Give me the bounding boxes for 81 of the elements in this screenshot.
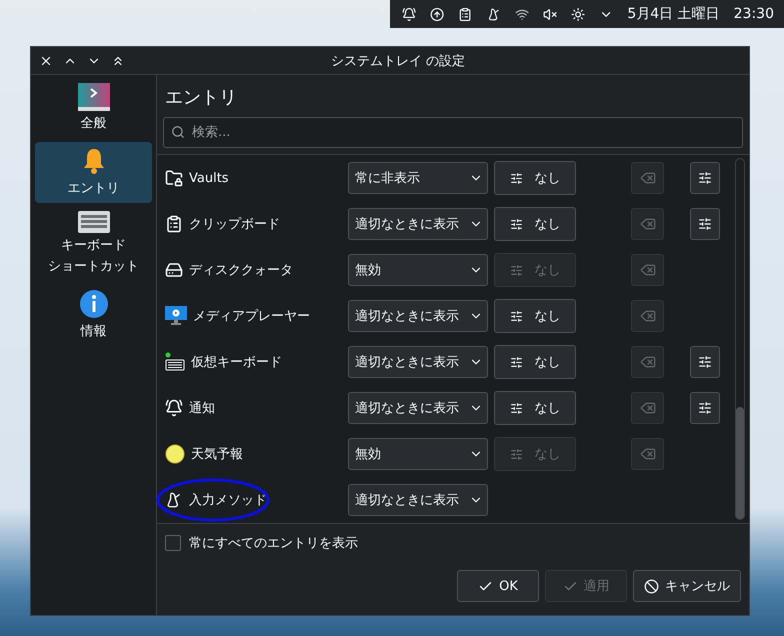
clear-shortcut-button[interactable] [631, 346, 664, 378]
entry-name: 入力メソッド [189, 492, 267, 509]
sliders-icon [510, 402, 522, 414]
configure-button[interactable] [690, 346, 720, 378]
shortcut-button[interactable]: なし [494, 299, 576, 333]
sidebar-item[interactable]: キーボード ショートカット [35, 207, 152, 281]
search-field[interactable]: 検索... [163, 117, 743, 148]
entry-name: クリップボード [189, 216, 280, 233]
monitor-icon [165, 306, 187, 326]
clear-shortcut-button[interactable] [631, 208, 664, 240]
visibility-dropdown[interactable]: 適切なときに表示 [348, 300, 488, 332]
sliders-icon [510, 264, 522, 276]
scrollbar-thumb[interactable] [736, 407, 744, 519]
checkbox[interactable] [165, 535, 181, 551]
info-icon [78, 289, 108, 319]
shortcut-button[interactable]: なし [494, 161, 576, 195]
configure-button[interactable] [690, 208, 720, 240]
sidebar-item[interactable]: 全般 [35, 79, 152, 138]
keyboard-icon [78, 211, 110, 233]
clear-shortcut-button[interactable] [631, 254, 664, 286]
visibility-dropdown[interactable]: 適切なときに表示 [348, 392, 488, 424]
clear-shortcut-button[interactable] [631, 162, 664, 194]
backspace-icon [640, 354, 656, 370]
sliders-icon [510, 218, 522, 230]
desktop-art-icon [78, 83, 110, 111]
visibility-dropdown[interactable]: 適切なときに表示 [348, 208, 488, 240]
visibility-dropdown[interactable]: 無効 [348, 254, 488, 286]
visibility-dropdown[interactable]: 常に非表示 [348, 162, 488, 194]
backspace-icon [640, 262, 656, 278]
folder-lock-icon [165, 169, 183, 187]
dialog-button[interactable]: OK [457, 570, 539, 602]
backspace-icon [640, 446, 656, 462]
sidebar-item[interactable]: 情報 [35, 285, 152, 346]
backspace-icon [640, 216, 656, 232]
shortcut-button[interactable]: なし [494, 345, 576, 379]
entry-name: 天気予報 [191, 446, 243, 463]
sliders-icon [510, 310, 522, 322]
bell-icon [165, 399, 183, 417]
sliders-icon [698, 355, 712, 369]
update-icon[interactable] [430, 6, 444, 22]
entry-name: メディアプレーヤー [193, 308, 310, 325]
visibility-dropdown[interactable]: 適切なときに表示 [348, 346, 488, 378]
visibility-dropdown[interactable]: 無効 [348, 438, 488, 470]
entry-name: 通知 [189, 400, 215, 417]
configure-button[interactable] [690, 392, 720, 424]
clear-shortcut-button[interactable] [631, 438, 664, 470]
dialog-button[interactable]: キャンセル [633, 570, 741, 602]
scrollbar-track[interactable] [735, 158, 745, 520]
drive-icon [165, 261, 183, 279]
cancel-icon [644, 578, 659, 594]
backspace-icon [640, 400, 656, 416]
clear-shortcut-button[interactable] [631, 300, 664, 332]
shortcut-button[interactable]: なし [494, 391, 576, 425]
clipboard-icon [165, 215, 183, 233]
bell-icon[interactable] [402, 6, 416, 22]
window-title: システムトレイ の設定 [330, 52, 466, 70]
checkbox-label: 常にすべてのエントリを表示 [189, 535, 358, 552]
sliders-icon [698, 171, 712, 185]
date-text[interactable]: 5月4日 土曜日 [627, 5, 720, 23]
configure-button[interactable] [690, 162, 720, 194]
brightness-icon[interactable] [571, 6, 586, 22]
clipboard-icon[interactable] [458, 6, 473, 22]
backspace-icon [640, 170, 656, 186]
shortcut-button[interactable]: なし [494, 207, 576, 241]
entry-name: 仮想キーボード [191, 354, 282, 371]
backspace-icon [640, 308, 656, 324]
sun-circle-icon [165, 444, 185, 464]
search-icon [171, 125, 185, 139]
keyboard-icon [165, 352, 185, 372]
page-heading: エントリ [164, 86, 238, 110]
sidebar-item[interactable]: エントリ [35, 142, 152, 203]
clock-time[interactable]: 23:30 [734, 6, 774, 22]
entry-name: Vaults [189, 170, 229, 186]
sliders-icon [510, 172, 522, 184]
entry-name: ディスククォータ [189, 262, 293, 279]
sliders-icon [698, 401, 712, 415]
visibility-dropdown[interactable]: 適切なときに表示 [348, 484, 488, 516]
clear-shortcut-button[interactable] [631, 392, 664, 424]
sliders-icon [698, 217, 712, 231]
sliders-icon [510, 448, 522, 460]
sliders-icon [510, 356, 522, 368]
